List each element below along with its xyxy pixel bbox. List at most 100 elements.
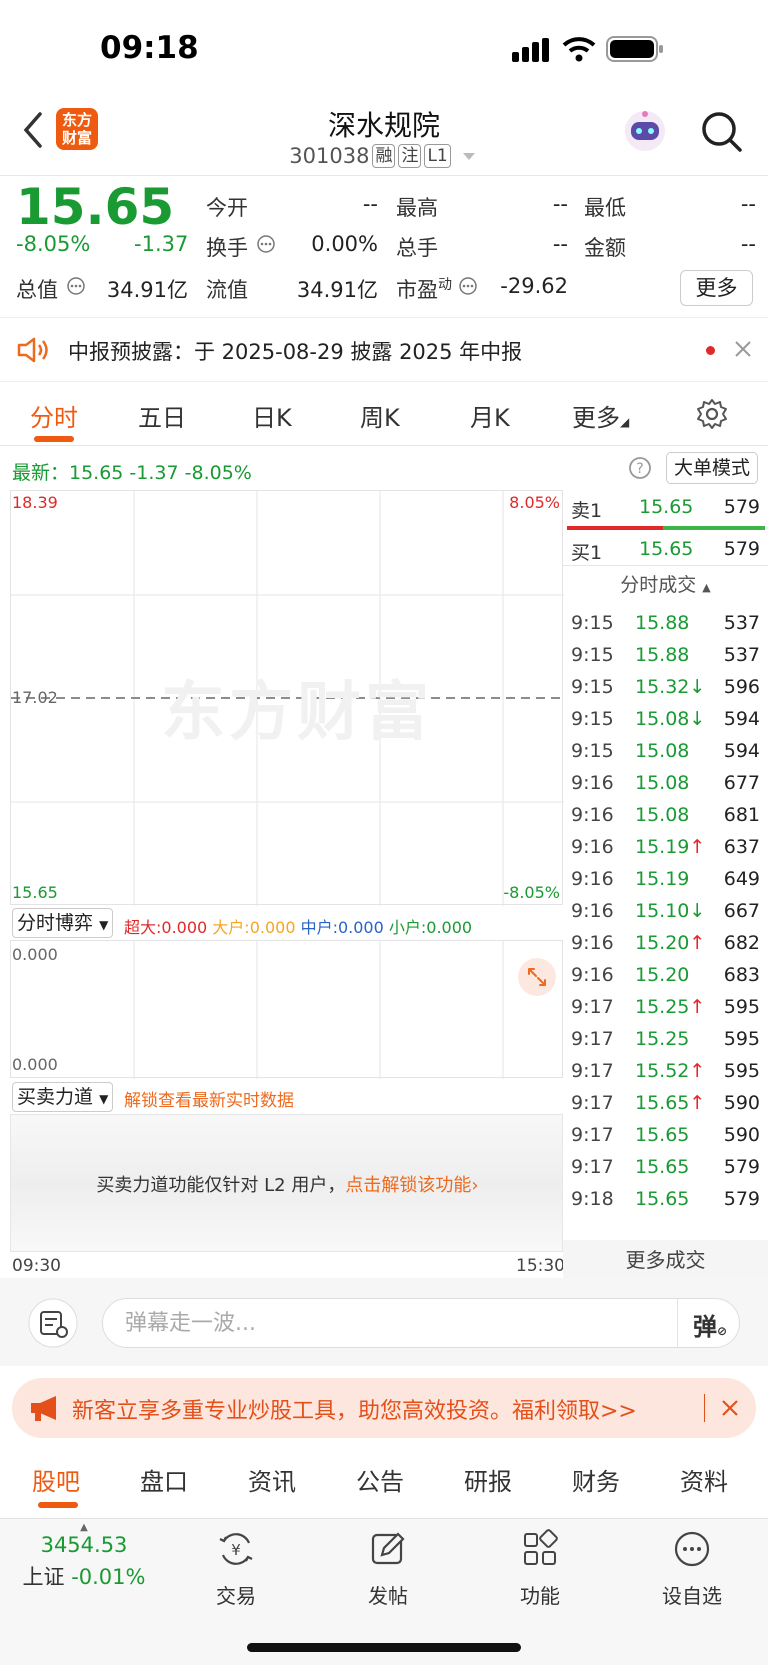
y-label-mid: 17.02 <box>12 688 58 707</box>
tab-daily-k[interactable]: 日K <box>252 398 292 433</box>
danmaku-list-icon[interactable] <box>26 1298 80 1348</box>
nav-trade[interactable]: ¥ 交易 <box>186 1529 286 1609</box>
tick-row: 9:17 15.25 595 <box>563 1022 768 1056</box>
capital-flow-header: 分时博弈 ▼ 超大:0.000 大户:0.000 中户:0.000 小户:0.0… <box>10 906 563 940</box>
ticks-title[interactable]: 分时成交 ▲ <box>563 570 768 597</box>
sort-up-icon: ▲ <box>702 581 711 594</box>
tick-volume: 677 <box>723 772 760 794</box>
expand-icon[interactable] <box>517 957 557 997</box>
nav-add-watchlist[interactable]: 设自选 <box>642 1529 742 1609</box>
arrow-up-icon: ↑ <box>689 1092 706 1114</box>
tick-time: 9:16 <box>571 804 614 826</box>
low-value: -- <box>740 192 756 216</box>
tick-time: 9:15 <box>571 644 614 666</box>
tick-price: 15.88 <box>635 644 690 666</box>
bid-1-row: 买1 15.65 579 <box>563 532 768 566</box>
change-percent: -8.05% <box>16 232 91 256</box>
unread-dot <box>706 346 715 355</box>
more-quote-button[interactable]: 更多 <box>680 270 753 306</box>
tick-row: 9:15 15.08↓ 594 <box>563 702 768 736</box>
info-dots-icon[interactable] <box>256 234 276 254</box>
index-ticker[interactable]: ▲ 3454.53 上证 -0.01% <box>14 1523 154 1591</box>
latest-quote-line: 最新：15.65 -1.37 -8.05% <box>12 462 252 484</box>
tick-price: 15.08 <box>635 740 690 762</box>
pct-label-bottom: -8.05% <box>503 883 560 902</box>
close-icon[interactable] <box>720 1398 740 1418</box>
danmaku-input-wrap: 弹⊘ <box>102 1298 740 1348</box>
tick-price: 15.08 <box>635 772 690 794</box>
info-dots-icon[interactable] <box>458 276 478 296</box>
big-order-mode-button[interactable]: 大单模式 <box>666 452 758 484</box>
promo-banner[interactable]: 新客立享多重专业炒股工具，助您高效投资。福利领取>> <box>12 1378 756 1438</box>
unlock-hint[interactable]: 解锁查看最新实时数据 <box>124 1086 294 1111</box>
tab-announcements[interactable]: 公告 <box>356 1462 404 1497</box>
tab-finance[interactable]: 财务 <box>572 1462 620 1497</box>
tick-volume: 596 <box>723 676 760 698</box>
tab-more[interactable]: 更多◢ <box>572 398 629 433</box>
chart-tabs: 分时 五日 日K 周K 月K 更多◢ <box>0 382 768 446</box>
tick-price: 15.08 <box>635 804 690 826</box>
settings-gear-icon[interactable] <box>696 398 728 430</box>
tab-news[interactable]: 资讯 <box>248 1462 296 1497</box>
help-icon[interactable]: ? <box>628 456 652 480</box>
tab-handicap[interactable]: 盘口 <box>140 1462 188 1497</box>
tick-time: 9:16 <box>571 900 614 922</box>
info-dots-icon[interactable] <box>66 276 86 296</box>
capital-flow-dropdown[interactable]: 分时博弈 ▼ <box>12 908 114 938</box>
tick-volume: 683 <box>723 964 760 986</box>
nav-functions[interactable]: 功能 <box>490 1529 590 1609</box>
notice-bar[interactable]: 中报预披露：于 2025-08-29 披露 2025 年中报 <box>0 318 768 382</box>
tick-volume: 637 <box>723 836 760 858</box>
buy-sell-force-locked: 买卖力道功能仅针对 L2 用户，点击解锁该功能› <box>10 1114 563 1252</box>
buy-sell-force-header: 买卖力道 ▼ 解锁查看最新实时数据 <box>10 1080 563 1114</box>
tick-time: 9:17 <box>571 1124 614 1146</box>
more-ticks-button[interactable]: 更多成交 <box>563 1240 768 1280</box>
close-icon[interactable] <box>734 340 752 358</box>
svg-text:¥: ¥ <box>231 1541 241 1559</box>
trade-icon: ¥ <box>219 1533 253 1565</box>
arrow-down-icon: ↓ <box>689 676 706 698</box>
tick-time: 9:16 <box>571 932 614 954</box>
amount-label: 金额 <box>584 236 626 260</box>
tick-price: 15.25 <box>635 1028 690 1050</box>
bottom-nav: ▲ 3454.53 上证 -0.01% ¥ 交易 发帖 功能 设自选 <box>0 1518 768 1665</box>
svg-text:?: ? <box>636 461 643 477</box>
tick-price: 15.20↑ <box>635 932 706 954</box>
y-label-bottom: 15.65 <box>12 883 58 902</box>
stock-code: 301038 <box>289 144 370 168</box>
tick-row: 9:16 15.08 677 <box>563 766 768 800</box>
tick-row: 9:15 15.88 537 <box>563 606 768 640</box>
tab-monthly-k[interactable]: 月K <box>470 398 510 433</box>
danmaku-input[interactable] <box>125 1299 665 1347</box>
info-tabs: 股吧 盘口 资讯 公告 研报 财务 资料 <box>0 1446 768 1510</box>
tag-level: L1 <box>424 144 451 168</box>
caret-down-icon <box>462 153 475 160</box>
unlock-link[interactable]: 点击解锁该功能 <box>345 1175 471 1196</box>
pct-label-top: 8.05% <box>509 493 560 512</box>
caret-up-icon: ▲ <box>80 1522 88 1533</box>
tab-five-day[interactable]: 五日 <box>138 398 186 433</box>
tab-profile[interactable]: 资料 <box>680 1462 728 1497</box>
legend-super-large: 超大:0.000 <box>124 918 208 937</box>
tab-forum[interactable]: 股吧 <box>32 1462 80 1497</box>
tick-time: 9:17 <box>571 996 614 1018</box>
tick-row: 9:15 15.88 537 <box>563 638 768 672</box>
robot-assistant-icon[interactable] <box>622 108 668 154</box>
nav-post[interactable]: 发帖 <box>338 1529 438 1609</box>
flow-y-bottom: 0.000 <box>12 1055 58 1074</box>
tab-research[interactable]: 研报 <box>464 1462 512 1497</box>
ask-bid-bar-down <box>663 526 765 530</box>
status-bar: 09:18 <box>0 0 768 100</box>
tick-time: 9:15 <box>571 612 614 634</box>
intraday-chart[interactable]: 东方财富 18.39 17.02 15.65 8.05% -8.05% <box>10 490 564 906</box>
tab-weekly-k[interactable]: 周K <box>360 398 400 433</box>
tick-volume: 595 <box>723 996 760 1018</box>
danmaku-send-button[interactable]: 弹⊘ <box>693 1307 727 1342</box>
tick-row: 9:15 15.08 594 <box>563 734 768 768</box>
tab-intraday[interactable]: 分时 <box>30 398 78 433</box>
tick-time: 9:15 <box>571 708 614 730</box>
buy-sell-force-dropdown[interactable]: 买卖力道 ▼ <box>12 1082 114 1112</box>
caret-down-icon: ▼ <box>99 1092 109 1106</box>
search-icon[interactable] <box>700 110 744 154</box>
caret-icon: ◢ <box>620 415 630 429</box>
